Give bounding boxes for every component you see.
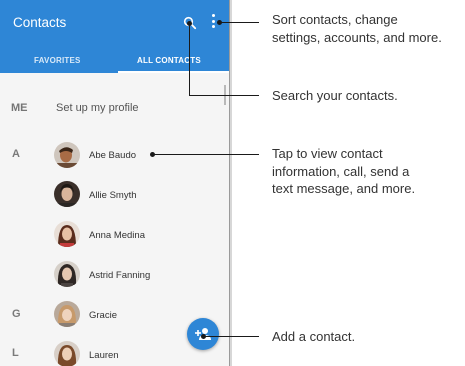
- callout-contact: Tap to view contact information, call, s…: [272, 145, 415, 198]
- contact-name[interactable]: Lauren: [89, 350, 119, 361]
- contact-name[interactable]: Anna Medina: [89, 230, 145, 241]
- callout-search-line: Search your contacts.: [272, 88, 398, 103]
- callout-search: Search your contacts.: [272, 87, 398, 105]
- section-letter-l: L: [12, 347, 19, 359]
- contact-name[interactable]: Allie Smyth: [89, 190, 137, 201]
- callout-leader-contact: [152, 154, 259, 156]
- callout-add: Add a contact.: [272, 328, 355, 346]
- phone-screen: Contacts FAVORITES ALL CONTACTS ME Set u…: [0, 0, 229, 366]
- contact-avatar[interactable]: [54, 181, 80, 207]
- app-bar: Contacts FAVORITES ALL CONTACTS: [0, 0, 229, 73]
- section-letter-g: G: [12, 308, 21, 320]
- contact-avatar[interactable]: [54, 261, 80, 287]
- callout-dot: [150, 152, 155, 157]
- contact-name[interactable]: Astrid Fanning: [89, 270, 150, 281]
- contact-name[interactable]: Gracie: [89, 310, 117, 321]
- contact-avatar[interactable]: [54, 142, 80, 168]
- contact-name[interactable]: Abe Baudo: [89, 150, 136, 161]
- tab-favorites[interactable]: FAVORITES: [34, 56, 81, 65]
- contact-avatar[interactable]: [54, 301, 80, 327]
- callout-contact-line: information, call, send a: [272, 163, 410, 179]
- contact-avatar[interactable]: [54, 341, 80, 366]
- callout-dot: [217, 20, 222, 25]
- app-title: Contacts: [13, 15, 67, 30]
- callout-contact-line: text message, and more.: [272, 181, 416, 196]
- callout-leader-search: [189, 24, 191, 96]
- section-letter-a: A: [12, 148, 20, 160]
- callout-leader-add: [203, 336, 259, 338]
- contact-avatar[interactable]: [54, 221, 80, 247]
- more-vert-icon[interactable]: [210, 14, 216, 32]
- callout-add-line: Add a contact.: [272, 329, 356, 344]
- callout-menu: Sort contacts, change settings, accounts…: [272, 11, 442, 46]
- callout-dot: [201, 334, 206, 339]
- callout-contact-line: Tap to view contact: [272, 146, 383, 161]
- tab-all-contacts[interactable]: ALL CONTACTS: [137, 56, 201, 65]
- callout-leader-menu: [220, 22, 259, 24]
- callout-menu-line: settings, accounts, and more.: [272, 29, 442, 45]
- callout-menu-line: Sort contacts, change: [272, 12, 398, 27]
- profile-section-label: ME: [11, 102, 28, 114]
- callout-dot: [187, 21, 192, 26]
- setup-profile-link[interactable]: Set up my profile: [56, 102, 139, 114]
- callout-leader-search: [189, 95, 259, 97]
